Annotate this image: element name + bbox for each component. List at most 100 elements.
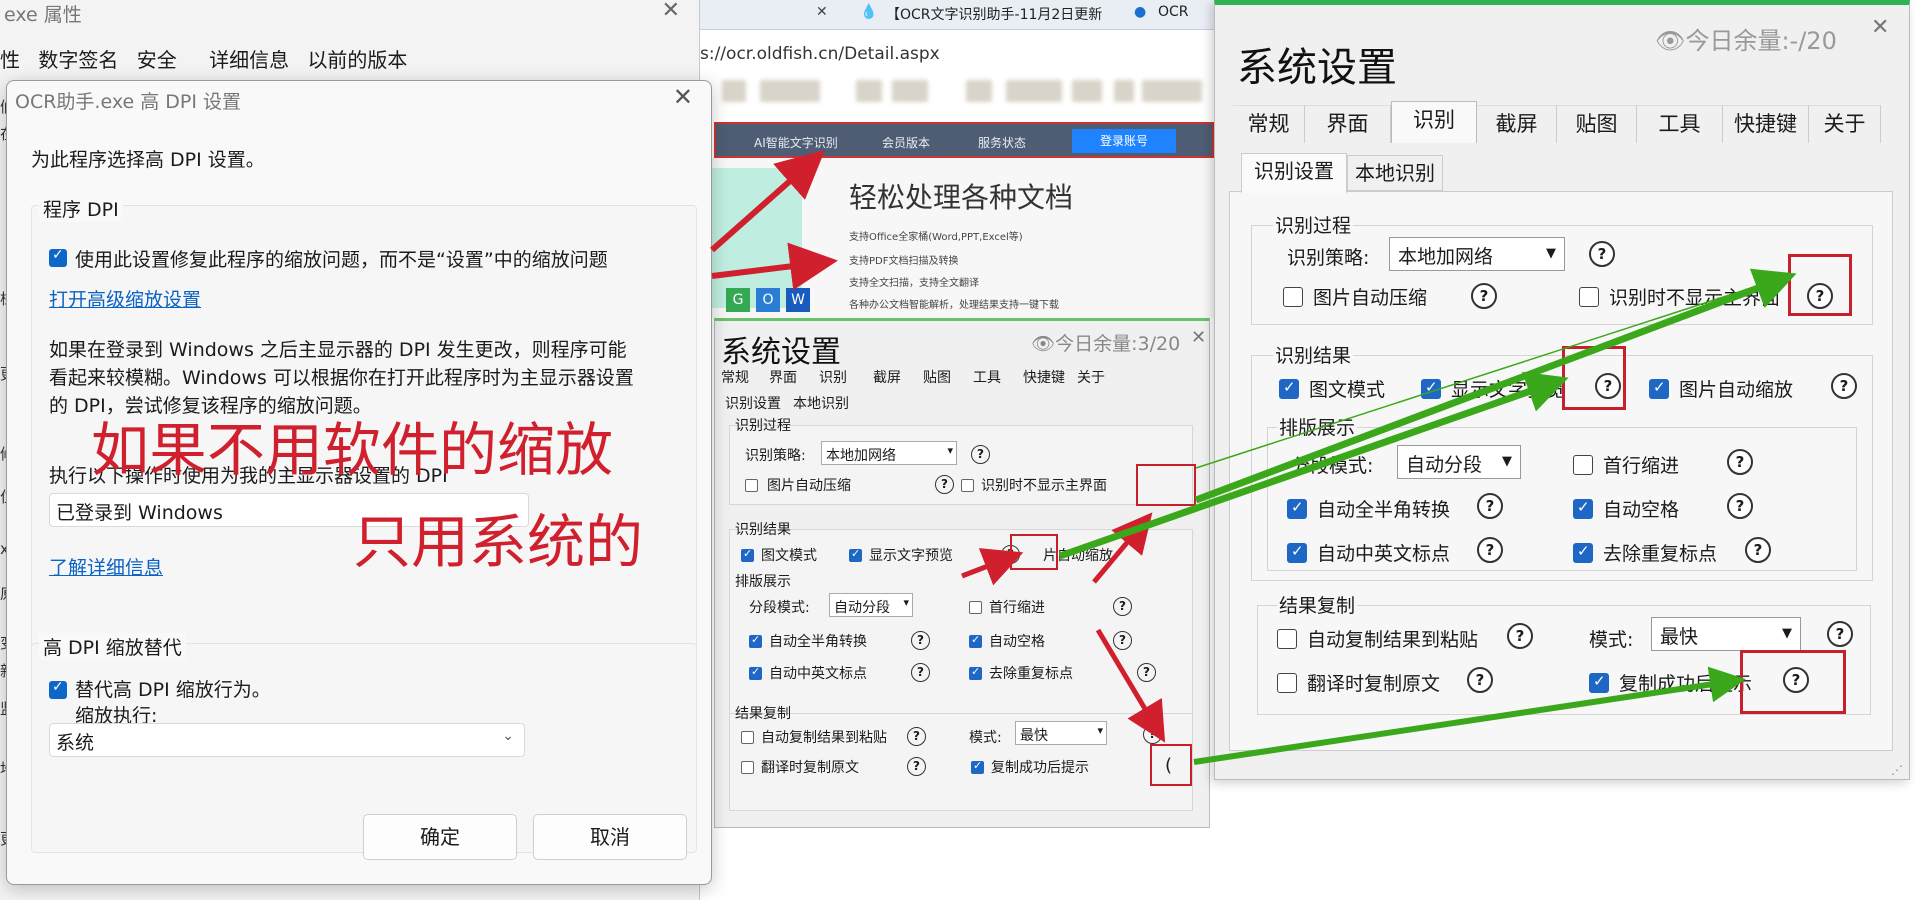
large-help-icon[interactable]: ? <box>1589 241 1615 267</box>
properties-tab[interactable]: 数字签名 <box>38 44 118 73</box>
use-setting-checkbox[interactable] <box>49 247 67 267</box>
small-dedupe-checkbox[interactable] <box>969 665 982 680</box>
large-help-icon[interactable]: ? <box>1467 667 1493 693</box>
ok-button[interactable]: 确定 <box>363 814 517 860</box>
large-segment-select[interactable]: 自动分段 <box>1397 445 1521 479</box>
small-image-text-checkbox[interactable] <box>741 547 754 562</box>
small-subtab-local[interactable]: 本地识别 <box>793 393 849 413</box>
small-help-icon[interactable]: ? <box>971 445 990 464</box>
large-help-icon[interactable]: ? <box>1827 621 1853 647</box>
large-copy-tip-checkbox[interactable] <box>1589 672 1609 693</box>
small-subtab-ocr-settings[interactable]: 识别设置 <box>725 393 781 413</box>
large-auto-copy-checkbox[interactable] <box>1277 629 1297 649</box>
small-hide-main-checkbox[interactable] <box>961 479 974 492</box>
properties-close-icon[interactable]: ✕ <box>662 0 680 23</box>
large-auto-space-checkbox[interactable] <box>1573 498 1593 519</box>
learn-more-link[interactable]: 了解详细信息 <box>49 553 163 580</box>
large-first-indent-checkbox[interactable] <box>1573 455 1593 475</box>
small-copy-tip-checkbox[interactable] <box>971 759 984 774</box>
large-image-text-checkbox[interactable] <box>1279 378 1299 399</box>
large-subtab-local[interactable]: 本地识别 <box>1347 155 1443 191</box>
large-auto-zoom-checkbox[interactable] <box>1649 378 1669 399</box>
nav-ai-ocr[interactable]: AI智能文字识别 <box>754 134 838 151</box>
small-tab-tools[interactable]: 工具 <box>973 367 1001 387</box>
small-close-icon[interactable]: ✕ <box>1191 327 1206 348</box>
cancel-button[interactable]: 取消 <box>533 814 687 860</box>
large-close-icon[interactable]: ✕ <box>1871 15 1889 40</box>
large-copy-original-checkbox[interactable] <box>1277 673 1297 693</box>
small-segment-select[interactable]: 自动分段 <box>829 593 913 617</box>
small-help-icon[interactable]: ? <box>907 757 926 776</box>
properties-tab[interactable]: 安全 <box>137 44 177 73</box>
small-help-icon[interactable]: ? <box>1113 631 1132 650</box>
scaling-select[interactable]: 系统 ⌄ <box>49 723 525 757</box>
browser-tab[interactable]: 【OCR文字识别助手-11月2日更新 <box>886 4 1102 24</box>
small-mode-select[interactable]: 最快 <box>1015 721 1107 745</box>
large-tab-tools[interactable]: 工具 <box>1637 105 1723 143</box>
large-help-icon[interactable]: ? <box>1477 493 1503 519</box>
large-auto-space-label: 自动空格 <box>1603 499 1680 521</box>
browser-tab[interactable]: OCR <box>1158 4 1189 20</box>
large-mode-select[interactable]: 最快 <box>1651 617 1801 651</box>
large-copy-original-label: 翻译时复制原文 <box>1307 673 1441 695</box>
nav-service-status[interactable]: 服务状态 <box>978 134 1026 151</box>
large-tab-hotkey[interactable]: 快捷键 <box>1723 105 1809 143</box>
small-auto-space-checkbox[interactable] <box>969 633 982 648</box>
small-copy-original-checkbox[interactable] <box>741 761 754 774</box>
small-tab-about[interactable]: 关于 <box>1077 367 1105 387</box>
small-tab-pin[interactable]: 贴图 <box>923 367 951 387</box>
large-strategy-select[interactable]: 本地加网络 <box>1389 237 1565 271</box>
large-auto-compress-checkbox[interactable] <box>1283 287 1303 307</box>
resize-grip-icon[interactable]: ⋰ <box>1891 763 1903 777</box>
small-help-icon[interactable]: ? <box>935 475 954 494</box>
override-checkbox[interactable] <box>49 679 67 699</box>
open-advanced-scaling-link[interactable]: 打开高级缩放设置 <box>49 285 201 312</box>
small-help-icon[interactable]: ? <box>1137 663 1156 682</box>
large-tab-ocr[interactable]: 识别 <box>1391 101 1477 143</box>
address-bar[interactable]: s://ocr.oldfish.cn/Detail.aspx <box>700 30 1220 76</box>
small-help-icon[interactable]: ? <box>1113 597 1132 616</box>
tab-close-icon[interactable]: ✕ <box>816 4 828 20</box>
nav-membership[interactable]: 会员版本 <box>882 134 930 151</box>
small-strategy-select[interactable]: 本地加网络 <box>821 441 957 465</box>
small-tab-general[interactable]: 常规 <box>721 367 749 387</box>
small-auto-compress-checkbox[interactable] <box>745 479 758 492</box>
large-dedupe-checkbox[interactable] <box>1573 542 1593 563</box>
large-help-icon[interactable]: ? <box>1831 373 1857 399</box>
large-cn-en-punct-checkbox[interactable] <box>1287 542 1307 563</box>
properties-tab[interactable]: 以前的版本 <box>307 44 407 73</box>
large-help-icon[interactable]: ? <box>1477 537 1503 563</box>
small-tab-capture[interactable]: 截屏 <box>873 367 901 387</box>
properties-tab[interactable]: 性 <box>0 44 20 73</box>
site-banner: 轻松处理各种文档 支持Office全家桶(Word,PPT,Excel等) 支持… <box>712 158 1218 318</box>
large-help-icon[interactable]: ? <box>1507 623 1533 649</box>
small-help-icon[interactable]: ? <box>907 727 926 746</box>
large-help-icon[interactable]: ? <box>1471 283 1497 309</box>
small-help-icon[interactable]: ? <box>911 663 930 682</box>
large-hide-main-checkbox[interactable] <box>1579 287 1599 307</box>
properties-tab[interactable]: 详细信息 <box>209 44 289 73</box>
large-fullhalf-checkbox[interactable] <box>1287 498 1307 519</box>
small-first-indent-checkbox[interactable] <box>969 601 982 614</box>
small-cn-en-punct-checkbox[interactable] <box>749 665 762 680</box>
large-tab-general[interactable]: 常规 <box>1233 105 1305 143</box>
large-subtab-ocr-settings[interactable]: 识别设置 <box>1241 153 1347 193</box>
small-tab-ui[interactable]: 界面 <box>769 367 797 387</box>
large-tab-about[interactable]: 关于 <box>1809 105 1881 143</box>
small-auto-copy-checkbox[interactable] <box>741 731 754 744</box>
small-tab-ocr[interactable]: 识别 <box>819 367 847 387</box>
large-help-icon[interactable]: ? <box>1745 537 1771 563</box>
large-tab-pin[interactable]: 贴图 <box>1557 105 1637 143</box>
small-preview-checkbox[interactable] <box>849 547 862 562</box>
login-button[interactable]: 登录账号 <box>1072 129 1176 153</box>
small-help-icon[interactable]: ? <box>911 631 930 650</box>
large-tab-capture[interactable]: 截屏 <box>1477 105 1557 143</box>
large-help-icon[interactable]: ? <box>1727 493 1753 519</box>
small-help-icon[interactable]: ? <box>1143 725 1162 744</box>
dpi-close-icon[interactable]: ✕ <box>673 83 693 111</box>
large-help-icon[interactable]: ? <box>1727 449 1753 475</box>
large-preview-checkbox[interactable] <box>1421 378 1441 399</box>
large-tab-ui[interactable]: 界面 <box>1305 105 1391 143</box>
small-fullhalf-checkbox[interactable] <box>749 633 762 648</box>
small-tab-hotkey[interactable]: 快捷键 <box>1023 367 1065 387</box>
